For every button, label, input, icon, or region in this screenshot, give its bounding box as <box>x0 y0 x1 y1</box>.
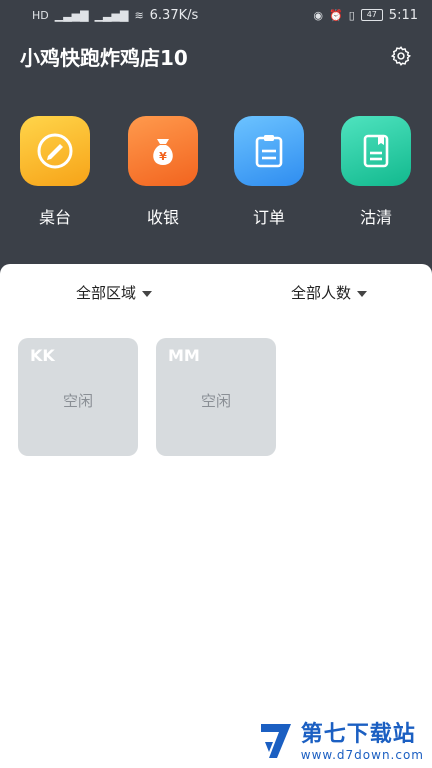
action-label: 桌台 <box>38 208 71 227</box>
caret-down-icon <box>142 290 153 297</box>
table-code: MM <box>168 346 200 365</box>
alarm-icon: ⏰ <box>329 8 343 22</box>
table-tile[interactable] <box>20 116 90 186</box>
vibrate-icon: ▯ <box>348 8 355 22</box>
action-cashier[interactable]: ¥ 收银 <box>123 116 203 228</box>
quick-actions: 桌台 ¥ 收银 订单 沽清 <box>0 116 432 236</box>
watermark-logo-icon <box>260 724 291 758</box>
area-filter[interactable]: 全部区域 <box>76 282 153 303</box>
status-right: ◉ ⏰ ▯ 47 5:11 <box>313 8 418 23</box>
watermark-name: 第七下载站 <box>300 722 416 747</box>
area-filter-label: 全部区域 <box>76 284 137 302</box>
table-panel: 全部区域 全部人数 KK 空闲 MM 空闲 第七下载站 www.d7down.c… <box>0 264 432 768</box>
header: 小鸡快跑炸鸡店10 <box>0 36 432 76</box>
people-filter-label: 全部人数 <box>291 284 352 302</box>
wifi-icon: ≋ <box>134 8 144 22</box>
pencil-circle-icon <box>37 133 73 169</box>
table-card[interactable]: MM 空闲 <box>156 338 276 456</box>
people-filter[interactable]: 全部人数 <box>291 282 368 303</box>
battery-icon: 47 <box>360 9 383 21</box>
table-status: 空闲 <box>200 392 231 410</box>
signal-icon: ▁▃▅▇ <box>54 8 89 22</box>
action-label: 沽清 <box>359 208 392 227</box>
gear-icon[interactable] <box>390 45 412 67</box>
hd-icon: HD <box>32 8 49 22</box>
status-bar: HD ▁▃▅▇ ▁▃▅▇ ≋ 6.37K/s ◉ ⏰ ▯ 47 5:11 <box>0 0 432 30</box>
action-soldout[interactable]: 沽清 <box>336 116 416 228</box>
eye-icon: ◉ <box>313 8 324 22</box>
table-card[interactable]: KK 空闲 <box>18 338 138 456</box>
store-title: 小鸡快跑炸鸡店10 <box>20 45 188 70</box>
clipboard-icon <box>255 135 283 168</box>
watermark-text: 第七下载站 www.d7down.com <box>301 716 424 762</box>
svg-text:¥: ¥ <box>159 150 167 163</box>
notebook-icon <box>363 134 389 168</box>
caret-down-icon <box>357 290 368 297</box>
signal-icon-2: ▁▃▅▇ <box>94 8 129 22</box>
action-label: 收银 <box>146 208 179 227</box>
filter-bar: 全部区域 全部人数 <box>0 282 432 308</box>
network-speed: 6.37K/s <box>149 7 199 23</box>
action-label: 订单 <box>252 208 285 227</box>
watermark: 第七下载站 www.d7down.com <box>257 716 424 762</box>
watermark-url: www.d7down.com <box>300 748 424 762</box>
orders-tile[interactable] <box>234 116 304 186</box>
money-bag-icon: ¥ <box>153 139 173 165</box>
status-left: HD ▁▃▅▇ ▁▃▅▇ ≋ 6.37K/s <box>32 8 198 23</box>
cashier-tile[interactable]: ¥ <box>128 116 198 186</box>
clock: 5:11 <box>388 7 418 23</box>
table-status: 空闲 <box>62 392 93 410</box>
soldout-tile[interactable] <box>341 116 411 186</box>
action-table[interactable]: 桌台 <box>15 116 95 228</box>
action-orders[interactable]: 订单 <box>229 116 309 228</box>
table-code: KK <box>30 346 55 365</box>
